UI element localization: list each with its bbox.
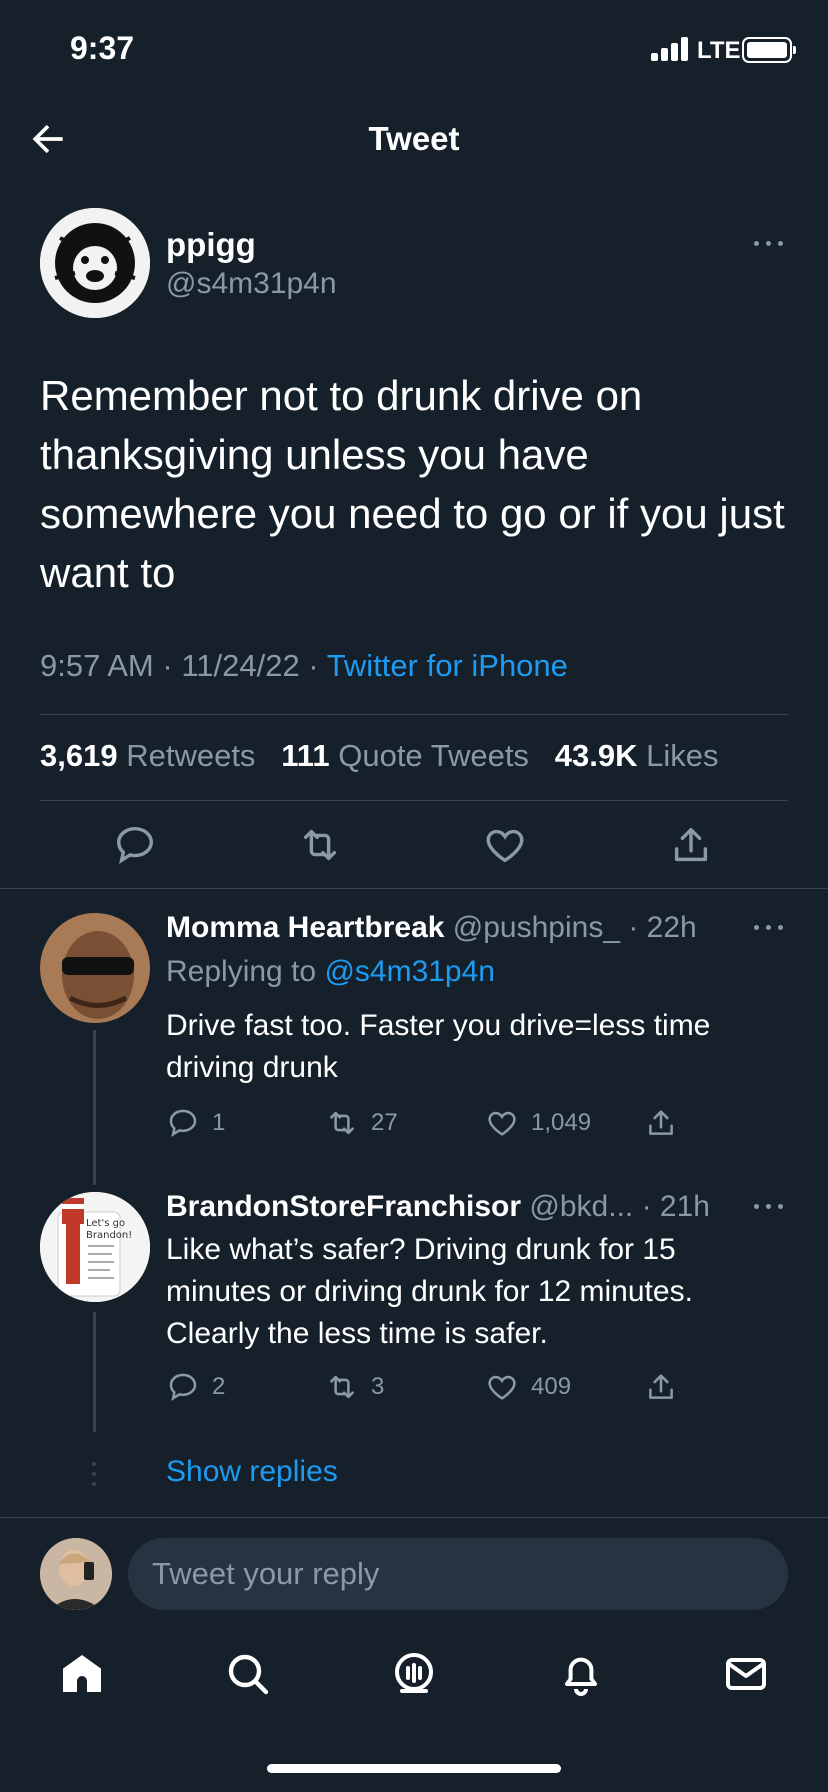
reply-count: 2 — [212, 1373, 226, 1400]
spaces-icon[interactable] — [390, 1650, 438, 1698]
share-icon — [649, 1374, 673, 1399]
signal-icon — [651, 37, 691, 61]
more-options-icon[interactable] — [754, 917, 788, 937]
divider — [40, 714, 788, 715]
messages-icon[interactable] — [722, 1650, 770, 1698]
reply-author-name[interactable]: BrandonStoreFranchisor — [166, 1190, 521, 1223]
avatar-text-1: Let's go — [86, 1218, 125, 1229]
tweet-stats: 3,619 Retweets 111 Quote Tweets 43.9K Li… — [40, 738, 719, 774]
more-options-icon[interactable] — [754, 233, 788, 253]
reply-handle-time[interactable]: @pushpins_ · 22h — [453, 911, 697, 944]
thread-dots — [92, 1462, 96, 1486]
replying-to: Replying to @s4m31p4n — [166, 955, 495, 988]
more-options-icon[interactable] — [754, 1196, 788, 1216]
network-label: LTE — [697, 37, 741, 64]
reply-header[interactable]: BrandonStoreFranchisor @bkd... · 21h — [166, 1190, 710, 1224]
retweet-icon[interactable] — [297, 822, 343, 868]
reply-icon[interactable] — [112, 822, 158, 868]
retweet-count: 3 — [371, 1373, 385, 1400]
divider — [0, 1517, 828, 1518]
share-icon[interactable] — [668, 822, 714, 868]
thread-line — [93, 1312, 96, 1432]
reply-button[interactable]: 2 — [166, 1370, 225, 1404]
retweet-button[interactable]: 3 — [325, 1370, 384, 1404]
retweet-button[interactable]: 27 — [325, 1106, 398, 1140]
quotes-stat[interactable]: 111 Quote Tweets — [281, 738, 529, 773]
reply-header[interactable]: Momma Heartbreak @pushpins_ · 22h — [166, 911, 697, 945]
reply-avatar[interactable] — [40, 913, 150, 1023]
like-button[interactable]: 1,049 — [485, 1106, 591, 1140]
divider — [40, 800, 788, 801]
reply-author-name[interactable]: Momma Heartbreak — [166, 911, 444, 944]
notifications-icon[interactable] — [557, 1650, 605, 1698]
retweet-count: 27 — [371, 1109, 398, 1136]
author-handle[interactable]: @s4m31p4n — [166, 267, 337, 301]
reply-text: Like what’s safer? Driving drunk for 15 … — [166, 1233, 693, 1350]
reply-handle-time[interactable]: @bkd... · 21h — [529, 1190, 710, 1223]
reply-icon — [169, 1109, 197, 1138]
like-icon — [488, 1375, 516, 1400]
author-avatar[interactable] — [40, 208, 150, 318]
like-icon — [488, 1111, 516, 1136]
share-button[interactable] — [644, 1370, 678, 1404]
likes-stat[interactable]: 43.9K Likes — [555, 738, 719, 773]
tweet-time: 9:57 AM — [40, 648, 154, 683]
reply-button[interactable]: 1 — [166, 1106, 225, 1140]
home-icon[interactable] — [58, 1650, 106, 1698]
divider — [0, 888, 828, 889]
show-replies-link[interactable]: Show replies — [166, 1455, 338, 1489]
like-button[interactable]: 409 — [485, 1370, 571, 1404]
retweets-stat[interactable]: 3,619 Retweets — [40, 738, 255, 773]
reply-avatar[interactable]: Let's go Brandon! — [40, 1192, 150, 1302]
like-icon[interactable] — [482, 822, 528, 868]
reply-text: Drive fast too. Faster you drive=less ti… — [166, 1009, 711, 1084]
like-count: 409 — [531, 1373, 572, 1400]
avatar-text-2: Brandon! — [86, 1230, 132, 1241]
tweet-meta: 9:57 AM · 11/24/22 · Twitter for iPhone — [40, 648, 568, 683]
tweet-date: 11/24/22 — [181, 648, 300, 683]
my-avatar[interactable] — [40, 1538, 112, 1610]
share-button[interactable] — [644, 1106, 678, 1140]
thread-line — [93, 1030, 96, 1185]
retweet-icon — [330, 1375, 354, 1399]
tweet-source-link[interactable]: Twitter for iPhone — [327, 648, 568, 683]
replying-to-handle[interactable]: @s4m31p4n — [324, 955, 495, 988]
reply-icon — [169, 1373, 197, 1402]
reply-count: 1 — [212, 1109, 226, 1136]
author-name[interactable]: ppigg — [166, 226, 256, 264]
share-icon — [649, 1110, 673, 1135]
search-icon[interactable] — [224, 1650, 272, 1698]
like-count: 1,049 — [531, 1109, 592, 1136]
reply-input[interactable]: Tweet your reply — [128, 1538, 788, 1610]
tweet-text: Remember not to drunk drive on thanksgiv… — [40, 372, 785, 596]
battery-icon — [742, 37, 796, 63]
retweet-icon — [330, 1111, 354, 1135]
home-indicator[interactable] — [267, 1764, 561, 1773]
page-title: Tweet — [368, 120, 460, 157]
status-time: 9:37 — [70, 30, 135, 66]
